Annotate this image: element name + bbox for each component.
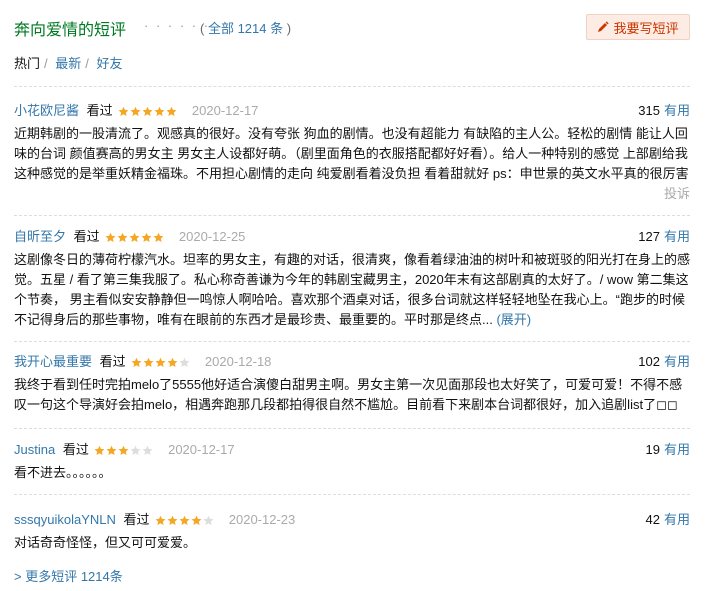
useful-button[interactable]: 有用 (664, 512, 690, 527)
useful-button[interactable]: 有用 (664, 103, 690, 118)
useful-vote: 102 有用 (638, 353, 690, 371)
star-filled-icon (131, 357, 142, 368)
star-filled-icon (105, 232, 116, 243)
star-filled-icon (191, 515, 202, 526)
comment-item: sssqyuikolaYNLN 看过 2020-12-23 42 有用 对话奇奇怪… (14, 511, 690, 553)
star-filled-icon (119, 445, 129, 456)
report-link[interactable]: 投诉 (14, 184, 690, 204)
watched-status: 看过 (62, 442, 89, 457)
watched-status: 看过 (86, 103, 113, 118)
divider (14, 86, 690, 87)
comment-date: 2020-12-17 (191, 103, 259, 118)
watched-status: 看过 (99, 354, 126, 369)
comment-user[interactable]: 自昕至夕 (14, 229, 66, 244)
useful-button[interactable]: 有用 (664, 442, 690, 457)
star-filled-icon (130, 106, 141, 117)
comment-content: 看不进去。。。。。。 (14, 465, 112, 480)
star-filled-icon (107, 445, 117, 456)
comment-date: 2020-12-18 (204, 354, 272, 369)
tab-friends[interactable]: 好友 (97, 56, 123, 71)
rating-stars (105, 230, 165, 248)
star-filled-icon (166, 106, 177, 117)
star-empty-icon (131, 445, 141, 456)
divider (14, 341, 690, 342)
comments-header: 奔向爱情的短评 · · · · · · ( 全部 1214 条 ) 我要写短评 (14, 14, 690, 40)
star-filled-icon (153, 232, 164, 243)
comment-user[interactable]: Justina (14, 442, 55, 457)
more-comments-link[interactable]: > 更多短评 1214条 (14, 566, 123, 585)
divider (14, 494, 690, 495)
useful-count: 19 (645, 442, 660, 457)
comment-meta: 我开心最重要 看过 2020-12-18 102 有用 (14, 353, 690, 371)
useful-vote: 42 有用 (646, 511, 690, 529)
useful-button[interactable]: 有用 (664, 229, 690, 244)
comment-content: 对话奇奇怪怪，但又可可爱爱。 (14, 535, 197, 550)
rating-stars (131, 355, 191, 373)
comment-item: 小花欧尼酱 看过 2020-12-17 315 有用 近期韩剧的一股清流了。观感真… (14, 102, 690, 204)
comment-date: 2020-12-17 (168, 442, 235, 457)
tab-hot[interactable]: 热门 (14, 56, 40, 71)
all-comments-link[interactable]: 全部 1214 条 (208, 21, 283, 36)
pencil-icon (598, 21, 610, 32)
rating-stars (155, 513, 215, 531)
rating-stars (94, 443, 154, 461)
divider (14, 428, 690, 429)
useful-count: 315 (638, 103, 660, 118)
useful-count: 42 (645, 512, 660, 527)
write-comment-button[interactable]: 我要写短评 (586, 14, 690, 40)
star-filled-icon (155, 515, 166, 526)
star-filled-icon (117, 232, 128, 243)
star-filled-icon (155, 357, 166, 368)
useful-count: 127 (638, 229, 660, 244)
comment-content: 这剧像冬日的薄荷柠檬汽水。坦率的男女主，有趣的对话，很清爽，像看着绿油油的树叶和… (14, 250, 690, 330)
watched-status: 看过 (73, 229, 100, 244)
comment-meta: sssqyuikolaYNLN 看过 2020-12-23 42 有用 (14, 511, 690, 529)
comment-user[interactable]: sssqyuikolaYNLN (14, 512, 116, 527)
star-filled-icon (167, 515, 178, 526)
star-filled-icon (142, 106, 153, 117)
comment-date: 2020-12-23 (228, 512, 296, 527)
star-empty-icon (179, 357, 190, 368)
tab-latest[interactable]: 最新 (55, 56, 81, 71)
useful-count: 102 (638, 354, 660, 369)
comment-meta: Justina 看过 2020-12-17 19 有用 (14, 441, 690, 459)
comment-date: 2020-12-25 (178, 229, 246, 244)
comment-item: 我开心最重要 看过 2020-12-18 102 有用 我终于看到任时完拍melo… (14, 353, 690, 415)
divider (14, 215, 690, 216)
comment-user[interactable]: 我开心最重要 (14, 354, 92, 369)
comment-item: 自昕至夕 看过 2020-12-25 127 有用 这剧像冬日的薄荷柠檬汽水。坦率… (14, 228, 690, 330)
useful-vote: 127 有用 (638, 228, 690, 246)
star-filled-icon (95, 445, 105, 456)
useful-button[interactable]: 有用 (664, 354, 690, 369)
useful-vote: 315 有用 (638, 102, 690, 120)
total-count: ( 全部 1214 条 ) (200, 21, 292, 36)
star-empty-icon (143, 445, 153, 456)
star-filled-icon (141, 232, 152, 243)
star-filled-icon (143, 357, 154, 368)
comment-meta: 小花欧尼酱 看过 2020-12-17 315 有用 (14, 102, 690, 120)
comment-user[interactable]: 小花欧尼酱 (14, 103, 79, 118)
star-empty-icon (203, 515, 214, 526)
sort-tabs: 热门 / 最新 / 好友 (14, 53, 123, 72)
comment-text: 这剧像冬日的薄荷柠檬汽水。坦率的男女主，有趣的对话，很清爽，像看着绿油油的树叶和… (14, 252, 691, 327)
comment-meta: 自昕至夕 看过 2020-12-25 127 有用 (14, 228, 690, 246)
star-filled-icon (167, 357, 178, 368)
tab-separator: / (44, 56, 48, 71)
rating-stars (118, 104, 178, 122)
expand-link[interactable]: (展开) (496, 312, 531, 327)
comment-item: Justina 看过 2020-12-17 19 有用 看不进去。。。。。。 (14, 441, 690, 483)
comment-content: 我终于看到任时完拍melo了5555他好适合演傻白甜男主啊。男女主第一次见面那段… (14, 377, 683, 412)
watched-status: 看过 (123, 512, 150, 527)
useful-vote: 19 有用 (646, 441, 690, 459)
star-filled-icon (179, 515, 190, 526)
star-filled-icon (129, 232, 140, 243)
section-title: 奔向爱情的短评 (14, 22, 127, 39)
star-filled-icon (154, 106, 165, 117)
star-filled-icon (118, 106, 129, 117)
comment-content: 近期韩剧的一股清流了。观感真的很好。没有夸张 狗血的剧情。也没有超能力 有缺陷的… (14, 126, 689, 181)
tab-separator: / (85, 56, 89, 71)
write-comment-label: 我要写短评 (613, 20, 679, 36)
